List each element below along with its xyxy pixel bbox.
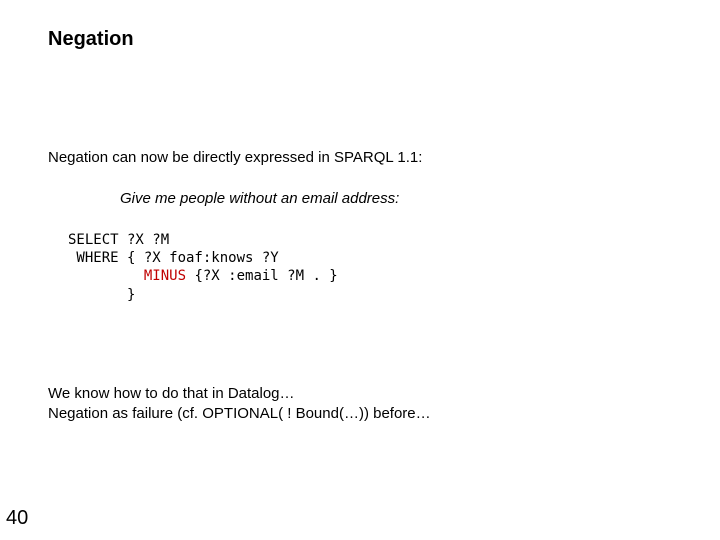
example-description: Give me people without an email address: (120, 190, 720, 207)
code-keyword-minus: MINUS (144, 268, 186, 284)
note-line-1: We know how to do that in Datalog… (48, 384, 720, 404)
note-line-2: Negation as failure (cf. OPTIONAL( ! Bou… (48, 404, 720, 424)
slide-title: Negation (48, 28, 720, 51)
code-line-3-pad (68, 268, 144, 284)
intro-text: Negation can now be directly expressed i… (48, 149, 720, 166)
notes-block: We know how to do that in Datalog… Negat… (48, 384, 720, 425)
page-number: 40 (6, 507, 28, 530)
code-line-3-rest: {?X :email ?M . } (186, 268, 338, 284)
code-line-4: } (68, 287, 135, 303)
code-line-2: WHERE { ?X foaf:knows ?Y (68, 250, 279, 266)
code-line-1: SELECT ?X ?M (68, 232, 169, 248)
code-block: SELECT ?X ?M WHERE { ?X foaf:knows ?Y MI… (68, 231, 720, 304)
